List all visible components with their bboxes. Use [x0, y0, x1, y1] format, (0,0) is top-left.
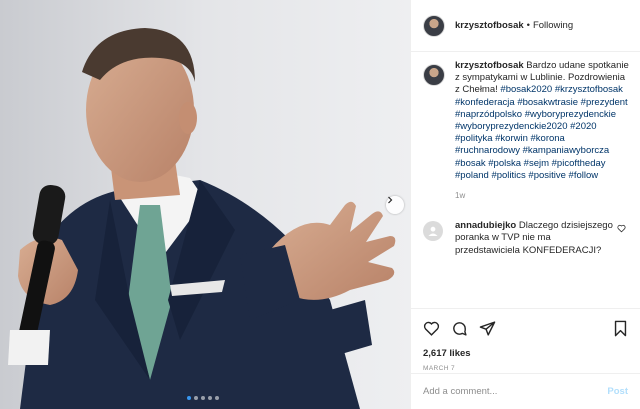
comment-username[interactable]: annadubiejko: [455, 220, 516, 231]
chevron-right-icon: [388, 196, 393, 204]
instagram-post-modal: krzysztofbosak • Following krzysztofbosa…: [0, 0, 640, 409]
comment-button[interactable]: [451, 320, 468, 337]
commenter-avatar[interactable]: [423, 221, 443, 242]
heart-icon: [423, 321, 440, 336]
comment-item: annadubiejko Dlaczego dzisiejszego poran…: [423, 220, 632, 257]
caption-hashtags[interactable]: #bosak2020 #krzysztofbosak #konfederacja…: [455, 84, 628, 180]
caption-avatar[interactable]: [423, 64, 445, 86]
post-date: MARCH 7: [423, 365, 456, 372]
comment-icon: [453, 321, 467, 336]
user-placeholder-icon: [428, 227, 438, 237]
caption-username[interactable]: krzysztofbosak: [455, 60, 524, 71]
carousel-dot: [194, 396, 198, 400]
add-comment-bar: Post: [411, 373, 640, 409]
bookmark-icon: [614, 320, 627, 336]
likes-count[interactable]: 2,617 likes: [423, 348, 628, 359]
caption-timestamp[interactable]: 1w: [455, 190, 632, 202]
carousel-next-button[interactable]: [386, 196, 404, 214]
caption-body: krzysztofbosak Bardzo udane spotkanie z …: [455, 60, 632, 202]
post-comment-button[interactable]: Post: [607, 386, 628, 397]
author-avatar[interactable]: [423, 14, 445, 37]
save-button[interactable]: [613, 320, 628, 337]
carousel-dot: [215, 396, 219, 400]
author-username[interactable]: krzysztofbosak: [455, 20, 524, 31]
comment-input[interactable]: [423, 386, 608, 397]
post-details-pane: krzysztofbosak • Following krzysztofbosa…: [410, 0, 640, 409]
post-photo[interactable]: [0, 0, 410, 409]
follow-status-button[interactable]: Following: [533, 20, 573, 31]
post-actions: 2,617 likes MARCH 7: [411, 308, 640, 372]
comments-section: krzysztofbosak Bardzo udane spotkanie z …: [423, 60, 632, 257]
post-header: krzysztofbosak • Following: [411, 0, 640, 52]
carousel-dot-active: [187, 396, 191, 400]
caption: krzysztofbosak Bardzo udane spotkanie z …: [423, 60, 632, 202]
header-separator: •: [526, 20, 530, 31]
action-icons: [423, 317, 628, 339]
share-icon: [479, 320, 496, 336]
carousel-dot: [201, 396, 205, 400]
comment-body: annadubiejko Dlaczego dzisiejszego poran…: [455, 220, 613, 257]
like-button[interactable]: [423, 320, 440, 337]
photo-illustration: [0, 0, 410, 409]
carousel-indicator: [187, 396, 219, 400]
comment-like-button[interactable]: [617, 224, 626, 236]
carousel-dot: [208, 396, 212, 400]
share-button[interactable]: [479, 320, 496, 337]
heart-icon: [617, 225, 626, 233]
